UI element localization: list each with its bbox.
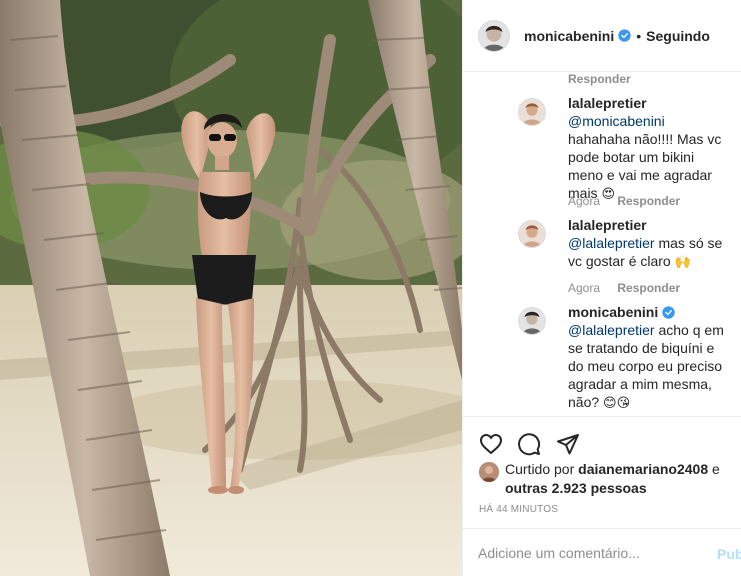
commenter-avatar[interactable] [518, 220, 546, 248]
comment-meta: Agora Responder [568, 281, 680, 295]
comment-meta: Agora Responder [568, 194, 680, 208]
liker-avatar[interactable] [479, 462, 499, 482]
likes-others-count[interactable]: outras 2.923 pessoas [505, 480, 647, 496]
separator-dot: • [636, 27, 642, 44]
comment-time: Agora [568, 194, 601, 208]
comment-emoji: 🙌 [674, 255, 691, 270]
commenter-username[interactable]: monicabenini [568, 303, 727, 321]
reply-button[interactable]: Responder [568, 72, 631, 86]
comment-message: hahahaha não!!!! Mas vc pode botar um bi… [568, 131, 722, 201]
add-comment-bar: Pub [463, 528, 741, 576]
reply-button[interactable]: Responder [617, 281, 680, 295]
commenter-username[interactable]: lalalepretier [568, 216, 727, 234]
comments-list[interactable]: Responder lalalepretier @monicabenini hah… [463, 72, 741, 416]
post-side-panel: monicabenini • Seguindo Responder lalale… [462, 0, 741, 576]
comment-button[interactable] [517, 432, 541, 456]
likes-text: Curtido por daianemariano2408 e outras 2… [505, 460, 739, 498]
author-avatar[interactable] [478, 19, 510, 52]
publish-button[interactable]: Pub [717, 546, 741, 562]
likes-prefix: Curtido por [505, 461, 579, 477]
liker-username[interactable]: daianemariano2408 [578, 461, 708, 477]
post-timestamp[interactable]: HÁ 44 MINUTOS [479, 504, 558, 515]
photo-illustration [0, 0, 462, 576]
comment-text: lalalepretier @monicabenini hahahaha não!… [568, 94, 727, 204]
likes-summary: Curtido por daianemariano2408 e outras 2… [479, 460, 739, 498]
comment-mention[interactable]: @lalalepretier [568, 322, 655, 338]
likes-mid: e [708, 461, 720, 477]
post-header: monicabenini • Seguindo [463, 0, 741, 72]
author-username[interactable]: monicabenini [524, 28, 614, 44]
heart-icon [479, 433, 503, 455]
like-button[interactable] [479, 432, 503, 456]
comment-mention[interactable]: @monicabenini [568, 113, 665, 129]
comment-time: Agora [568, 281, 601, 295]
comment-text: lalalepretier @lalalepretier mas só se vc… [568, 216, 727, 272]
commenter-avatar[interactable] [518, 307, 546, 335]
comment-input[interactable] [478, 544, 708, 561]
verified-badge-icon [618, 29, 631, 42]
following-button[interactable]: Seguindo [646, 28, 710, 44]
share-button[interactable] [556, 432, 580, 456]
comment-mention[interactable]: @lalalepretier [568, 235, 655, 251]
share-icon [557, 434, 579, 455]
commenter-avatar[interactable] [518, 98, 546, 126]
reply-button[interactable]: Responder [617, 194, 680, 208]
comment-emoji: 😊😘 [603, 396, 631, 411]
verified-badge-icon [662, 306, 675, 319]
post-photo[interactable] [0, 0, 462, 576]
comment-item: lalalepretier @lalalepretier mas só se vc… [518, 216, 727, 272]
commenter-username[interactable]: lalalepretier [568, 94, 727, 112]
commenter-username-text: monicabenini [568, 304, 659, 320]
comment-item: lalalepretier @monicabenini hahahaha não!… [518, 94, 727, 204]
comment-text: monicabenini @lalalepretier acho q em se … [568, 303, 727, 413]
comment-icon [518, 433, 541, 456]
comment-item: monicabenini @lalalepretier acho q em se … [518, 303, 727, 413]
